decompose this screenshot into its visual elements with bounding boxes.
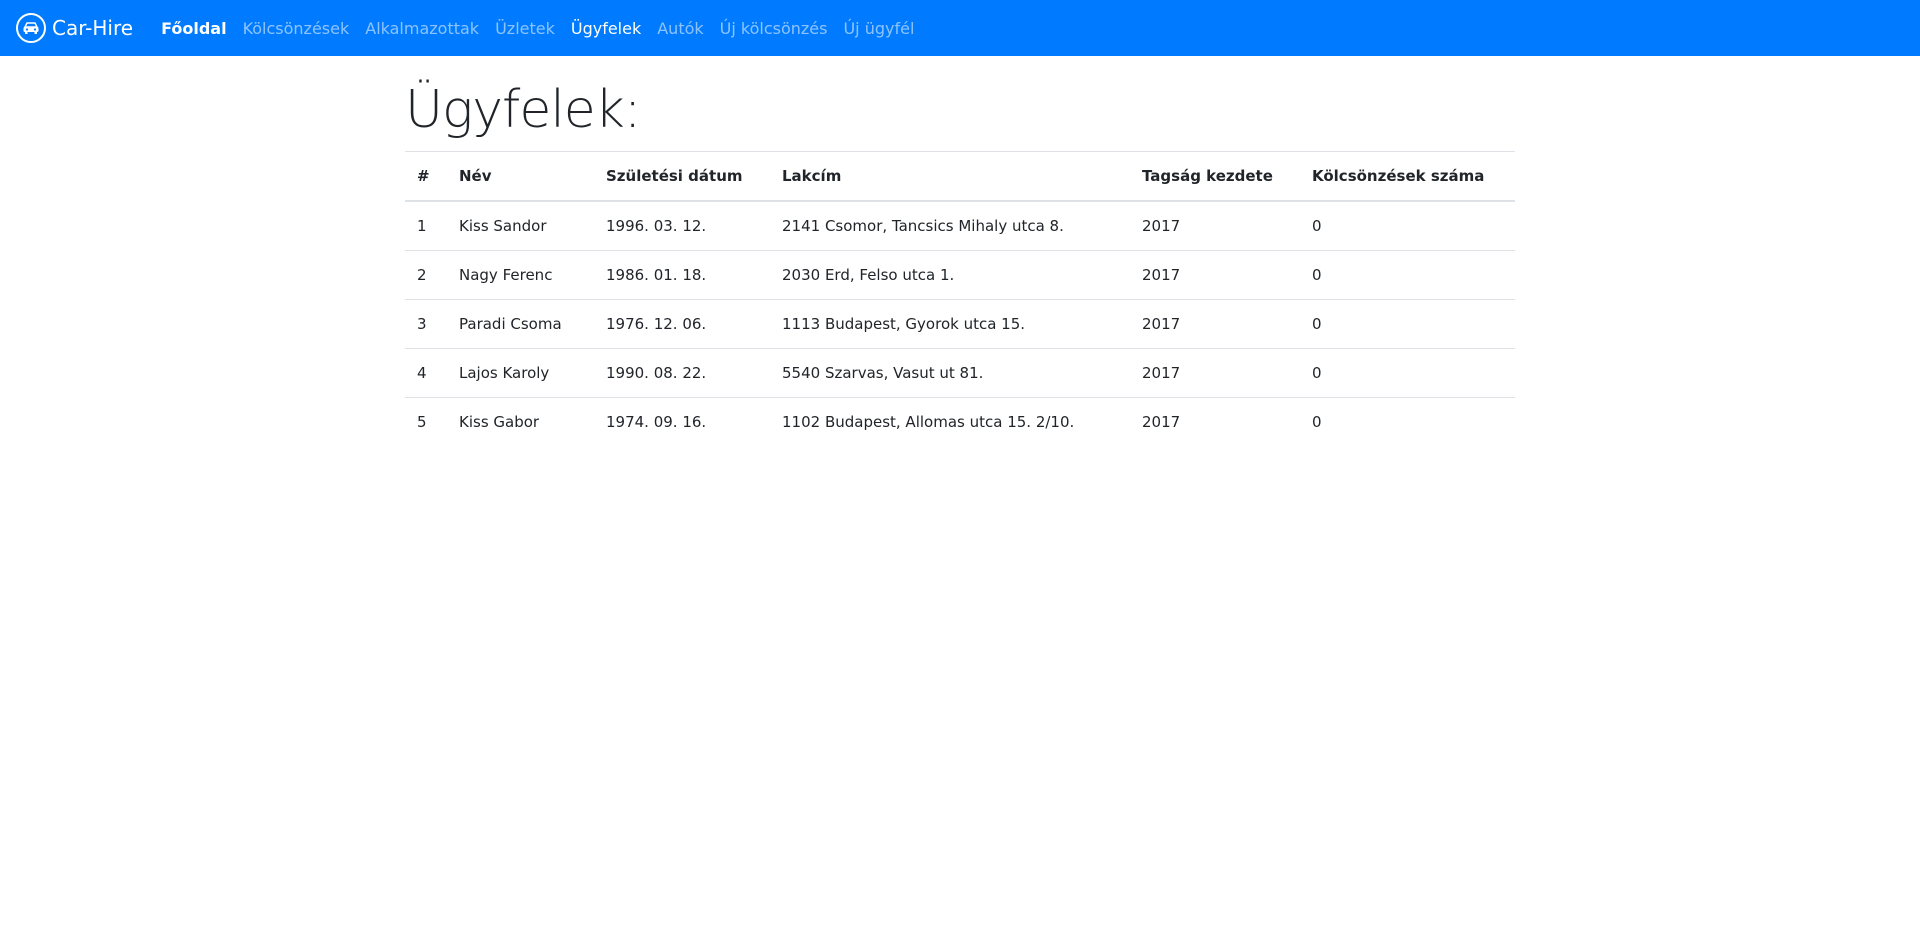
cell-rental-count: 0 <box>1300 299 1515 349</box>
nav-item-ugyfelek[interactable]: Ügyfelek <box>563 19 649 38</box>
nav-item-kolcsonzesek[interactable]: Kölcsönzések <box>235 19 358 38</box>
column-header-membership-start: Tagság kezdete <box>1130 151 1300 202</box>
cell-birth-date: 1990. 08. 22. <box>594 348 770 398</box>
nav-links: Főoldal Kölcsönzések Alkalmazottak Üzlet… <box>153 19 922 38</box>
table-header-row: # Név Születési dátum Lakcím Tagság kezd… <box>405 151 1515 202</box>
cell-name: Lajos Karoly <box>447 348 594 398</box>
cell-name: Paradi Csoma <box>447 299 594 349</box>
table-row: 3 Paradi Csoma 1976. 12. 06. 1113 Budape… <box>405 299 1515 349</box>
cell-birth-date: 1996. 03. 12. <box>606 217 707 235</box>
cell-name: Kiss Sandor <box>459 217 547 235</box>
brand-name: Car-Hire <box>52 16 134 40</box>
page-title: Ügyfelek: <box>405 80 641 140</box>
cell-birth-date: 1976. 12. 06. <box>594 299 770 349</box>
cell-number: 2 <box>405 250 447 300</box>
nav-item-alkalmazottak[interactable]: Alkalmazottak <box>357 19 487 38</box>
cell-birth-date: 1986. 01. 18. <box>594 250 770 300</box>
car-icon <box>16 13 46 43</box>
cell-number: 4 <box>405 348 447 398</box>
cell-address: 1102 Budapest, Allomas utca 15. 2/10. <box>770 397 1130 446</box>
table-row: 5 Kiss Gabor 1974. 09. 16. 1102 Budapest… <box>405 397 1515 446</box>
cell-number: 5 <box>405 397 447 446</box>
nav-item-uj-ugyfel[interactable]: Új ügyfél <box>835 19 922 38</box>
cell-address: 5540 Szarvas, Vasut ut 81. <box>770 348 1130 398</box>
cell-rental-count: 0 <box>1300 250 1515 300</box>
main-content: Ügyfelek: # Név Születési dátum Lakcím T… <box>405 56 1515 446</box>
cell-number: 3 <box>405 299 447 349</box>
cell-number: 1 <box>417 217 427 235</box>
cell-rental-count: 0 <box>1300 348 1515 398</box>
cell-address: 2141 Csomor, Tancsics Mihaly utca 8. <box>782 217 1064 235</box>
cell-birth-date: 1974. 09. 16. <box>594 397 770 446</box>
cell-membership-start: 2017 <box>1142 217 1181 235</box>
column-header-birth-date: Születési dátum <box>594 151 770 202</box>
table-row: 1 Kiss Sandor 1996. 03. 12. 2141 Csomor,… <box>405 201 1515 251</box>
table-row: 2 Nagy Ferenc 1986. 01. 18. 2030 Erd, Fe… <box>405 250 1515 300</box>
column-header-name: Név <box>447 151 594 202</box>
nav-item-autok[interactable]: Autók <box>649 19 711 38</box>
column-header-rental-count: Kölcsönzések száma <box>1300 151 1515 202</box>
nav-item-uzletek[interactable]: Üzletek <box>487 19 563 38</box>
cell-address: 2030 Erd, Felso utca 1. <box>770 250 1130 300</box>
customers-table: # Név Születési dátum Lakcím Tagság kezd… <box>405 151 1515 446</box>
table-body: 1 Kiss Sandor 1996. 03. 12. 2141 Csomor,… <box>405 201 1515 446</box>
cell-membership-start: 2017 <box>1130 348 1300 398</box>
cell-membership-start: 2017 <box>1130 299 1300 349</box>
nav-item-fooldal[interactable]: Főoldal <box>153 19 234 38</box>
nav-item-uj-kolcsonzes[interactable]: Új kölcsönzés <box>712 19 836 38</box>
cell-address: 1113 Budapest, Gyorok utca 15. <box>770 299 1130 349</box>
brand-link[interactable]: Car-Hire <box>16 13 133 43</box>
table-row: 4 Lajos Karoly 1990. 08. 22. 5540 Szarva… <box>405 348 1515 398</box>
cell-membership-start: 2017 <box>1130 397 1300 446</box>
cell-name: Nagy Ferenc <box>447 250 594 300</box>
column-header-address: Lakcím <box>770 151 1130 202</box>
cell-rental-count: 0 <box>1312 217 1322 235</box>
cell-membership-start: 2017 <box>1130 250 1300 300</box>
cell-name: Kiss Gabor <box>447 397 594 446</box>
column-header-number: # <box>405 151 447 202</box>
cell-rental-count: 0 <box>1300 397 1515 446</box>
table-header: # Név Születési dátum Lakcím Tagság kezd… <box>405 151 1515 202</box>
navbar: Car-Hire Főoldal Kölcsönzések Alkalmazot… <box>0 0 1920 56</box>
